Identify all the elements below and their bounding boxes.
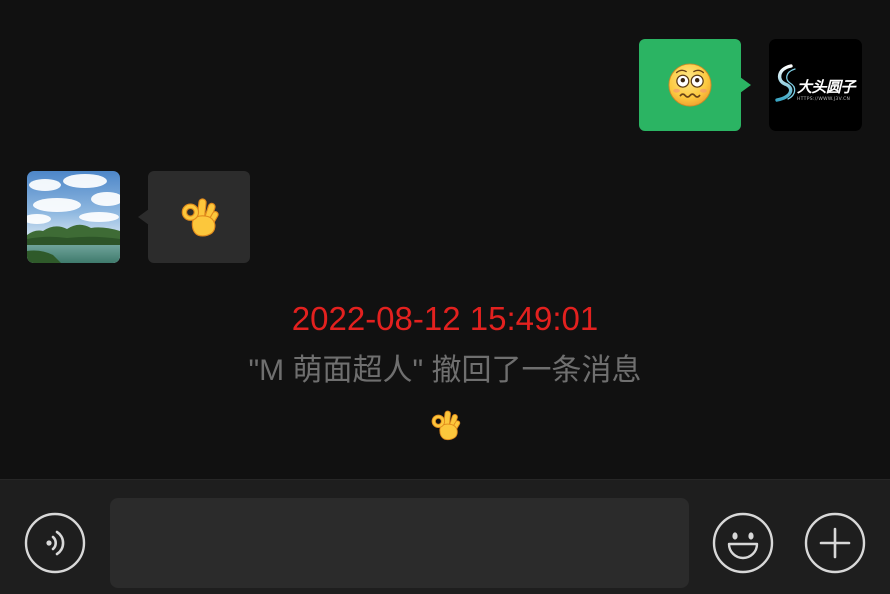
- right-pupil: [694, 78, 700, 83]
- landscape-photo: [27, 171, 120, 263]
- input-bar: [0, 479, 890, 594]
- recall-timestamp: 2022-08-12 15:49:01: [291, 300, 599, 337]
- voice-button[interactable]: [24, 512, 86, 574]
- right-blush: [700, 88, 707, 93]
- left-pupil: [680, 78, 686, 83]
- smiley-icon: [712, 512, 774, 574]
- logo-subtext: HTTPS://WWW.J3V.CN: [797, 97, 851, 102]
- nervous-face-icon: [668, 63, 712, 107]
- emoji-button[interactable]: [712, 512, 774, 574]
- plus-icon: [804, 512, 866, 574]
- face-shape: [668, 63, 712, 107]
- my-avatar[interactable]: 大头圆子 HTTPS://WWW.J3V.CN: [769, 39, 862, 131]
- left-blush: [673, 88, 680, 93]
- message-input[interactable]: [110, 498, 689, 588]
- recall-ok-hand-icon: [431, 410, 462, 441]
- chat-screen: 大头圆子 HTTPS://WWW.J3V.CN 2022-08-12 15:49…: [0, 0, 890, 594]
- voice-icon: [24, 512, 86, 574]
- outgoing-sticker-bubble[interactable]: [639, 39, 751, 131]
- recall-notice-text: "M 萌面超人" 撤回了一条消息: [248, 354, 642, 387]
- logo-text: 大头圆子: [797, 78, 856, 96]
- contact-avatar[interactable]: [27, 171, 120, 263]
- incoming-sticker-bubble[interactable]: [138, 171, 250, 263]
- ok-hand-icon: [181, 197, 220, 237]
- more-button[interactable]: [804, 512, 866, 574]
